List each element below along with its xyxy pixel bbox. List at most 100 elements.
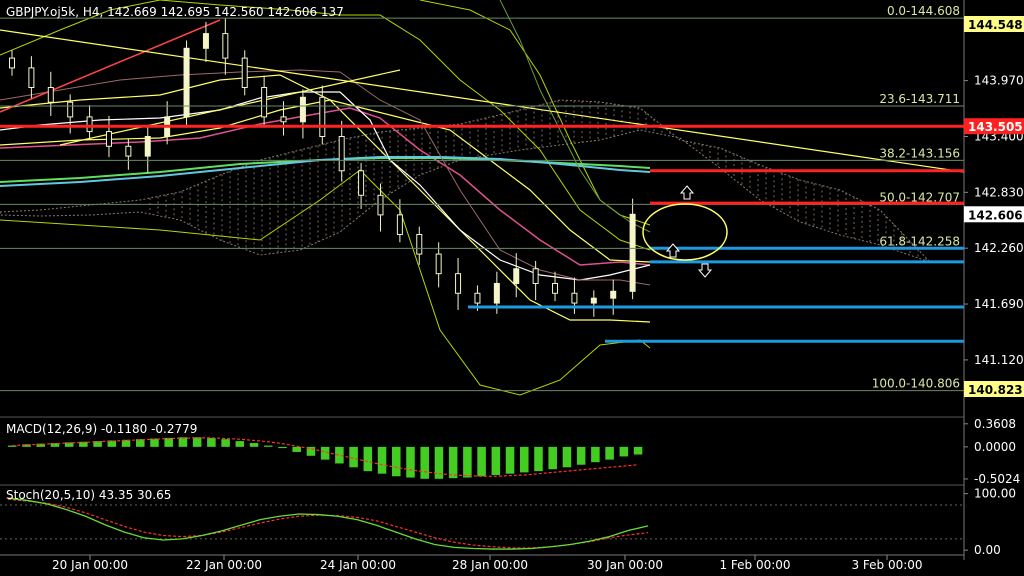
time-tick-label: 24 Jan 00:00 — [320, 558, 396, 572]
chart-canvas[interactable]: 0.0-144.60823.6-143.71138.2-143.15650.0-… — [0, 0, 1024, 576]
candle-bull — [493, 282, 500, 304]
price-tag-bottom: 140.823 — [968, 383, 1023, 397]
chikou-line — [499, 0, 651, 233]
price-tick-label: 141.690 — [974, 297, 1024, 311]
candle-bear — [532, 268, 539, 284]
ichimoku-cloud-outline — [0, 99, 931, 263]
macd-histogram-bar — [406, 446, 415, 478]
arrow-down-icon — [697, 263, 713, 278]
candle-bear — [552, 282, 559, 294]
fibonacci-levels: 0.0-144.60823.6-143.71138.2-143.15650.0-… — [0, 4, 964, 392]
time-tick-label: 3 Feb 00:00 — [851, 558, 922, 572]
macd-histogram-bar — [576, 446, 586, 465]
price-tick-label: 141.120 — [974, 353, 1024, 367]
macd-histogram-bar — [605, 446, 614, 460]
candle-bear — [125, 145, 132, 157]
macd-histogram-bar — [448, 446, 458, 479]
macd-histogram-bar — [207, 437, 216, 447]
fib-label: 0.0-144.608 — [887, 4, 960, 18]
macd-histogram-bar — [221, 439, 230, 447]
fib-label: 100.0-140.806 — [872, 377, 960, 391]
candle-bull — [610, 290, 617, 299]
macd-histogram-bar — [520, 446, 529, 473]
macd-histogram-bar — [591, 446, 600, 463]
stoch-tick-label: 0.00 — [974, 543, 1001, 557]
macd-histogram-bar — [633, 446, 643, 455]
candle-bear — [241, 57, 248, 88]
candle-bear — [358, 170, 365, 196]
symbol-info-label: GBPJPY.oj5k, H4, 142.669 142.695 142.560… — [6, 5, 344, 19]
candle-bear — [474, 292, 481, 304]
macd-histogram-bar — [534, 446, 543, 472]
ichimoku-cloud — [0, 99, 931, 263]
candle-bear — [571, 292, 578, 304]
price-tick-label: 142.830 — [974, 185, 1024, 199]
axes: 143.970143.400142.830142.260141.690141.1… — [52, 16, 1024, 572]
macd-histogram-bar — [164, 437, 173, 447]
macd-histogram-bar — [491, 446, 501, 475]
price-tick-label: 142.260 — [974, 241, 1024, 255]
fib-label: 38.2-143.156 — [879, 146, 960, 160]
candle-bull — [513, 268, 520, 284]
time-tick-label: 30 Jan 00:00 — [587, 558, 663, 572]
stoch-label: Stoch(20,5,10) 43.35 30.65 — [6, 488, 171, 502]
macd-histogram-bar — [392, 446, 401, 477]
candle-bear — [86, 116, 93, 133]
time-tick-label: 1 Feb 00:00 — [719, 558, 790, 572]
candle-bear — [319, 96, 326, 137]
macd-histogram-bar — [278, 446, 287, 449]
macd-histogram-bar — [505, 446, 515, 474]
stoch-main-line — [7, 497, 649, 550]
bollinger-upper-outer-3 — [419, 0, 651, 226]
candle-bear — [47, 86, 54, 103]
candle-bear — [9, 57, 15, 69]
chart-window[interactable]: 0.0-144.608 23.6-143.711 38.2-143.156 50.0-… — [0, 0, 1024, 576]
candle-bear — [416, 233, 423, 255]
fib-label: 23.6-143.711 — [879, 92, 960, 106]
price-tag-red: 143.505 — [968, 120, 1023, 134]
candle-bull — [590, 297, 597, 304]
candle-bull — [629, 213, 636, 292]
macd-histogram-bar — [249, 443, 259, 447]
macd-histogram-bar — [619, 446, 629, 457]
macd-tick-label: 0.3608 — [974, 417, 1016, 431]
macd-histogram-bar — [377, 446, 387, 474]
arrow-up-icon — [679, 185, 695, 200]
candle-bull — [183, 47, 190, 118]
macd-histogram-bar — [335, 446, 344, 464]
macd-tick-label: 0.0000 — [974, 440, 1016, 454]
macd-histogram-bar — [363, 446, 373, 472]
candle-bear — [280, 116, 287, 123]
macd-histogram-bar — [150, 438, 159, 447]
macd-histogram-bar — [420, 446, 429, 479]
candle-bull — [144, 135, 151, 157]
time-tick-label: 22 Jan 00:00 — [186, 558, 262, 572]
macd-histogram-bar — [192, 437, 202, 447]
macd-label: MACD(12,26,9) -0.1180 -0.2779 — [6, 422, 197, 436]
candle-bear — [435, 253, 442, 275]
indicator-lines — [0, 0, 965, 396]
macd-histogram-bar — [562, 446, 572, 468]
candle-bear — [222, 33, 229, 59]
candle-bear — [377, 194, 384, 216]
highlight-ellipse — [642, 203, 728, 261]
candle-bear — [67, 101, 74, 118]
price-tag-top: 144.548 — [968, 18, 1023, 32]
moving-average-cyan — [0, 156, 651, 187]
time-tick-label: 20 Jan 00:00 — [52, 558, 128, 572]
candle-bull — [299, 96, 306, 123]
stoch-tick-label: 100.00 — [974, 487, 1016, 501]
macd-histogram-bar — [463, 446, 472, 478]
macd-histogram-bar — [235, 441, 245, 447]
price-tick-label: 143.970 — [974, 74, 1024, 88]
candle-bear — [105, 131, 112, 147]
arrow-up-icon — [665, 243, 681, 258]
macd-histogram-bar — [264, 445, 273, 447]
time-tick-label: 28 Jan 00:00 — [452, 558, 528, 572]
candle-bull — [202, 33, 209, 49]
macd-tick-label: -0.5024 — [974, 472, 1020, 486]
fib-label: 61.8-142.258 — [879, 234, 960, 248]
candlesticks — [9, 17, 636, 317]
macd-histogram-bar — [292, 446, 301, 452]
candle-bear — [338, 135, 345, 172]
